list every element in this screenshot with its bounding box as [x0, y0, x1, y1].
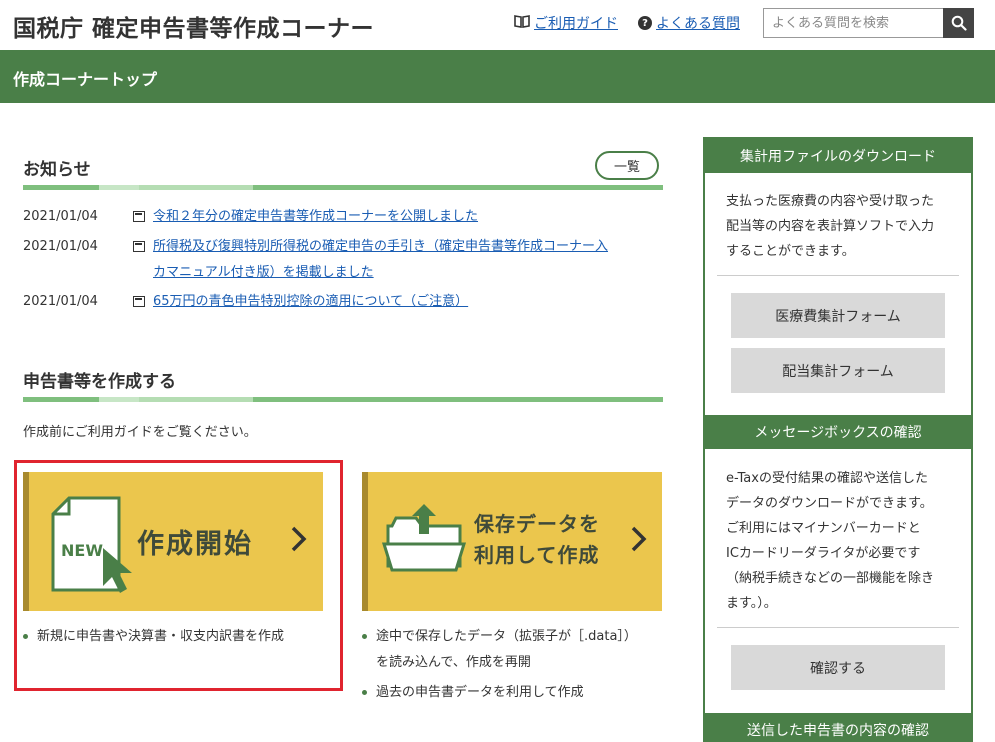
start-new-description: 新規に申告書や決算書・収支内訳書を作成: [23, 624, 284, 650]
news-date: 2021/01/04: [23, 209, 98, 224]
download-heading: 集計用ファイルのダウンロード: [705, 139, 971, 173]
chevron-right-icon: [291, 526, 307, 552]
news-link[interactable]: 所得税及び復興特別所得税の確定申告の手引き（確定申告書等作成コーナー入: [153, 234, 608, 260]
news-date: 2021/01/04: [23, 294, 98, 309]
nav-current-page: 作成コーナートップ: [13, 70, 158, 89]
site-title: 国税庁 確定申告書等作成コーナー: [13, 16, 375, 42]
download-description: 支払った医療費の内容や受け取った 配当等の内容を表計算ソフトで入力 することがで…: [726, 194, 935, 259]
sent-returns-heading: 送信した申告書の内容の確認: [705, 713, 971, 742]
create-heading: 申告書等を作成する: [23, 372, 176, 392]
create-divider: [23, 397, 663, 402]
sidebar-divider: [717, 627, 959, 628]
search-button[interactable]: [943, 8, 974, 38]
news-date: 2021/01/04: [23, 239, 98, 254]
start-new-button[interactable]: NEW 作成開始: [23, 472, 323, 611]
faq-link-label: よくある質問: [656, 16, 740, 32]
news-list-button[interactable]: 一覧: [595, 151, 659, 180]
window-icon: [133, 241, 145, 252]
news-link-cont[interactable]: カマニュアル付き版）を掲載しました: [153, 260, 374, 286]
medical-expense-form-button[interactable]: 医療費集計フォーム: [731, 293, 945, 338]
question-icon: ?: [638, 16, 652, 30]
new-document-icon: NEW: [51, 496, 132, 593]
news-heading: お知らせ: [23, 160, 91, 180]
start-new-title: 作成開始: [137, 529, 253, 560]
dividend-form-button[interactable]: 配当集計フォーム: [731, 348, 945, 393]
saved-data-desc-line1: 途中で保存したデータ（拡張子が［.data］）: [376, 629, 637, 644]
saved-data-description: 途中で保存したデータ（拡張子が［.data］） を読み込んで、作成を再開: [362, 624, 637, 676]
use-saved-data-title-line1: 保存データを: [474, 512, 600, 536]
window-icon: [133, 211, 145, 222]
sidebar-divider: [717, 275, 959, 276]
saved-data-desc-line2: を読み込んで、作成を再開: [376, 655, 531, 670]
faq-link[interactable]: ? よくある質問: [638, 13, 740, 33]
messagebox-heading: メッセージボックスの確認: [705, 415, 971, 449]
chevron-right-icon: [631, 526, 647, 552]
window-icon: [133, 296, 145, 307]
guide-link-label: ご利用ガイド: [534, 16, 618, 32]
news-divider: [23, 185, 663, 190]
nav-bar: 作成コーナートップ: [0, 50, 995, 103]
book-icon: [514, 14, 530, 32]
new-badge: NEW: [61, 541, 103, 560]
use-saved-data-title-line2: 利用して作成: [474, 543, 600, 567]
use-saved-data-button[interactable]: 保存データを 利用して作成: [362, 472, 662, 611]
messagebox-description: e-Taxの受付結果の確認や送信した データのダウンロードができます。 ご利用に…: [726, 471, 935, 611]
faq-search-input[interactable]: [763, 8, 945, 38]
create-guide-text: 作成前にご利用ガイドをご覧ください。: [23, 425, 257, 440]
news-link[interactable]: 令和２年分の確定申告書等作成コーナーを公開しました: [153, 204, 478, 230]
site-header: 国税庁 確定申告書等作成コーナー ご利用ガイド ? よくある質問: [0, 0, 995, 50]
folder-upload-icon: [381, 504, 467, 572]
sidebar: 集計用ファイルのダウンロード 支払った医療費の内容や受け取った 配当等の内容を表…: [703, 137, 973, 742]
check-messagebox-button[interactable]: 確認する: [731, 645, 945, 690]
guide-link[interactable]: ご利用ガイド: [514, 13, 618, 33]
past-data-description: 過去の申告書データを利用して作成: [362, 680, 584, 706]
use-saved-data-title: 保存データを 利用して作成: [474, 509, 614, 571]
news-link[interactable]: 65万円の青色申告特別控除の適用について（ご注意）: [153, 289, 468, 315]
search-icon: [951, 15, 967, 31]
